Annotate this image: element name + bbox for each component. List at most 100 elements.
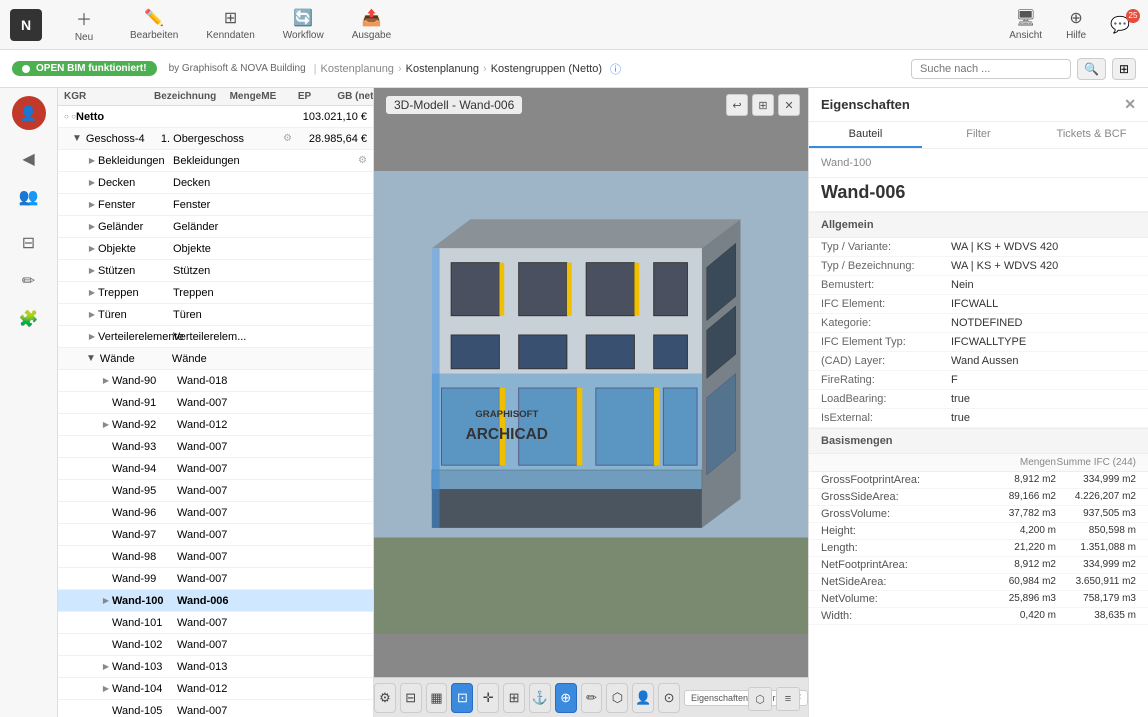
table-row-decken[interactable]: ▶ Decken Decken bbox=[58, 172, 373, 194]
filter-button[interactable]: ▦ bbox=[426, 683, 448, 713]
wand100-kgr: Wand-100 bbox=[112, 595, 177, 607]
table-row-wand95[interactable]: Wand-95 Wand-007 bbox=[58, 480, 373, 502]
user-avatar[interactable]: 👤 bbox=[12, 96, 46, 130]
toolbar: N ＋ Neu ✏️ Bearbeiten ⊞ Kenndaten 🔄 Work… bbox=[0, 0, 1148, 50]
pencil-button[interactable]: ✏ bbox=[581, 683, 603, 713]
expand-icon-decken[interactable]: ▶ bbox=[86, 177, 98, 189]
output-button[interactable]: 📤 Ausgabe bbox=[340, 4, 403, 45]
table-row-wand104[interactable]: ▶ Wand-104 Wand-012 bbox=[58, 678, 373, 700]
table-row-bekleidungen[interactable]: ▶ Bekleidungen Bekleidungen ⚙ bbox=[58, 150, 373, 172]
property-value: Wand Aussen bbox=[951, 355, 1136, 367]
sidebar-icon-plugin[interactable]: 🧩 bbox=[12, 302, 46, 336]
table-row-objekte[interactable]: ▶ Objekte Objekte bbox=[58, 238, 373, 260]
new-button[interactable]: ＋ Neu bbox=[54, 2, 114, 47]
table-row-wand94[interactable]: Wand-94 Wand-007 bbox=[58, 458, 373, 480]
fenster-bez: Fenster bbox=[173, 199, 367, 211]
property-key: FireRating: bbox=[821, 374, 951, 386]
table-row-wand92[interactable]: ▶ Wand-92 Wand-012 bbox=[58, 414, 373, 436]
expand-icon-fenster[interactable]: ▶ bbox=[86, 199, 98, 211]
workflow-button[interactable]: 🔄 Workflow bbox=[271, 4, 336, 45]
expand-icon-tueren[interactable]: ▶ bbox=[86, 309, 98, 321]
table-row-wand103[interactable]: ▶ Wand-103 Wand-013 bbox=[58, 656, 373, 678]
nav-root[interactable]: Kostenplanung bbox=[321, 63, 394, 75]
expand-view-button[interactable]: ⊞ bbox=[752, 94, 774, 116]
notifications-button[interactable]: 💬 25 bbox=[1102, 11, 1138, 39]
table-row-wand93[interactable]: Wand-93 Wand-007 bbox=[58, 436, 373, 458]
table-row-tueren[interactable]: ▶ Türen Türen bbox=[58, 304, 373, 326]
properties-button[interactable]: ⊞ Kenndaten bbox=[194, 4, 266, 45]
table-row-wand99[interactable]: Wand-99 Wand-007 bbox=[58, 568, 373, 590]
treppen-bez: Treppen bbox=[173, 287, 367, 299]
gear-icon-bekleidungen[interactable]: ⚙ bbox=[358, 155, 367, 166]
property-key: LoadBearing: bbox=[821, 393, 951, 405]
layers-button[interactable]: ⊟ bbox=[400, 683, 422, 713]
wand101-kgr: Wand-101 bbox=[112, 617, 177, 629]
list-view-button[interactable]: ≡ bbox=[776, 687, 800, 711]
highlight-button[interactable]: ⊕ bbox=[555, 683, 577, 713]
properties-close-button[interactable]: ✕ bbox=[1124, 96, 1136, 113]
help-button[interactable]: ⊕ Hilfe bbox=[1058, 4, 1094, 45]
undo-button[interactable]: ↩ bbox=[726, 94, 748, 116]
settings-button[interactable]: ⚙ bbox=[374, 683, 396, 713]
expand-icon-treppen[interactable]: ▶ bbox=[86, 287, 98, 299]
collapse-icon-geschoss4[interactable]: ▼ bbox=[72, 133, 82, 144]
sidebar-icon-layers[interactable]: ⊟ bbox=[12, 226, 46, 260]
table-row-waende[interactable]: ▼ Wände Wände bbox=[58, 348, 373, 370]
expand-icon-wand103[interactable]: ▶ bbox=[100, 661, 112, 673]
expand-icon-wand100[interactable]: ▶ bbox=[100, 595, 112, 607]
person-button[interactable]: 👤 bbox=[632, 683, 654, 713]
app-logo: N bbox=[10, 9, 42, 41]
tab-tickets-bcf[interactable]: Tickets & BCF bbox=[1035, 122, 1148, 148]
move-button[interactable]: ✛ bbox=[477, 683, 499, 713]
search-button[interactable]: 🔍 bbox=[1077, 58, 1106, 80]
table-row-geschoss4[interactable]: ▼ Geschoss-4 1. Obergeschoss ⚙ 28.985,64… bbox=[58, 128, 373, 150]
search-input[interactable] bbox=[911, 59, 1071, 79]
table-row-wand91[interactable]: Wand-91 Wand-007 bbox=[58, 392, 373, 414]
expand-icon-wand92[interactable]: ▶ bbox=[100, 419, 112, 431]
grid-view-button[interactable]: ⊞ bbox=[1112, 58, 1136, 80]
gear-icon-geschoss4[interactable]: ⚙ bbox=[283, 133, 292, 144]
table-row-fenster[interactable]: ▶ Fenster Fenster bbox=[58, 194, 373, 216]
tab-bauteil[interactable]: Bauteil bbox=[809, 122, 922, 148]
table-row-wand102[interactable]: Wand-102 Wand-007 bbox=[58, 634, 373, 656]
table-row-wand105[interactable]: Wand-105 Wand-007 bbox=[58, 700, 373, 717]
table-row-treppen[interactable]: ▶ Treppen Treppen bbox=[58, 282, 373, 304]
edit-button[interactable]: ✏️ Bearbeiten bbox=[118, 4, 190, 45]
expand-icon-bekleidungen[interactable]: ▶ bbox=[86, 155, 98, 167]
select-button[interactable]: ⊞ bbox=[503, 683, 525, 713]
property-key: (CAD) Layer: bbox=[821, 355, 951, 367]
expand-icon-waende[interactable]: ▼ bbox=[86, 353, 96, 364]
sidebar-icon-edit[interactable]: ✏ bbox=[12, 264, 46, 298]
expand-icon-gelaender[interactable]: ▶ bbox=[86, 221, 98, 233]
sidebar-icon-arrow[interactable]: ◀ bbox=[12, 142, 46, 176]
table-row-wand97[interactable]: Wand-97 Wand-007 bbox=[58, 524, 373, 546]
3d-view-button[interactable]: ⬡ bbox=[748, 687, 772, 711]
table-row-wand90[interactable]: ▶ Wand-90 Wand-018 bbox=[58, 370, 373, 392]
expand-icon-wand104[interactable]: ▶ bbox=[100, 683, 112, 695]
table-row-wand98[interactable]: Wand-98 Wand-007 bbox=[58, 546, 373, 568]
table-row-verteiler[interactable]: ▶ Verteilerelemente Verteilerelem... bbox=[58, 326, 373, 348]
table-row-wand96[interactable]: Wand-96 Wand-007 bbox=[58, 502, 373, 524]
expand-icon-verteiler[interactable]: ▶ bbox=[86, 331, 98, 343]
wand102-kgr: Wand-102 bbox=[112, 639, 177, 651]
view-button[interactable]: 🖥 Ansicht bbox=[1001, 4, 1050, 45]
cube-button[interactable]: ⬡ bbox=[606, 683, 628, 713]
expand-icon-netto[interactable]: ○ ○ bbox=[64, 111, 76, 123]
expand-icon-stuetzen[interactable]: ▶ bbox=[86, 265, 98, 277]
table-row-wand100[interactable]: ▶ Wand-100 Wand-006 bbox=[58, 590, 373, 612]
anchor-button[interactable]: ⚓ bbox=[529, 683, 551, 713]
nav-active[interactable]: Kostenplanung bbox=[406, 63, 479, 75]
table-row-wand101[interactable]: Wand-101 Wand-007 bbox=[58, 612, 373, 634]
sidebar-icon-users[interactable]: 👥 bbox=[12, 180, 46, 214]
property-value: Nein bbox=[951, 279, 1136, 291]
table-row-gelaender[interactable]: ▶ Geländer Geländer bbox=[58, 216, 373, 238]
tab-filter[interactable]: Filter bbox=[922, 122, 1035, 148]
expand-icon-objekte[interactable]: ▶ bbox=[86, 243, 98, 255]
compass-button[interactable]: ⊙ bbox=[658, 683, 680, 713]
box-select-button[interactable]: ⊡ bbox=[451, 683, 473, 713]
close-view-button[interactable]: ✕ bbox=[778, 94, 800, 116]
table-row-netto[interactable]: ○ ○ Netto 103.021,10 € bbox=[58, 106, 373, 128]
basis-val2: 334,999 m2 bbox=[1056, 559, 1136, 571]
table-row-stuetzen[interactable]: ▶ Stützen Stützen bbox=[58, 260, 373, 282]
expand-icon-wand90[interactable]: ▶ bbox=[100, 375, 112, 387]
